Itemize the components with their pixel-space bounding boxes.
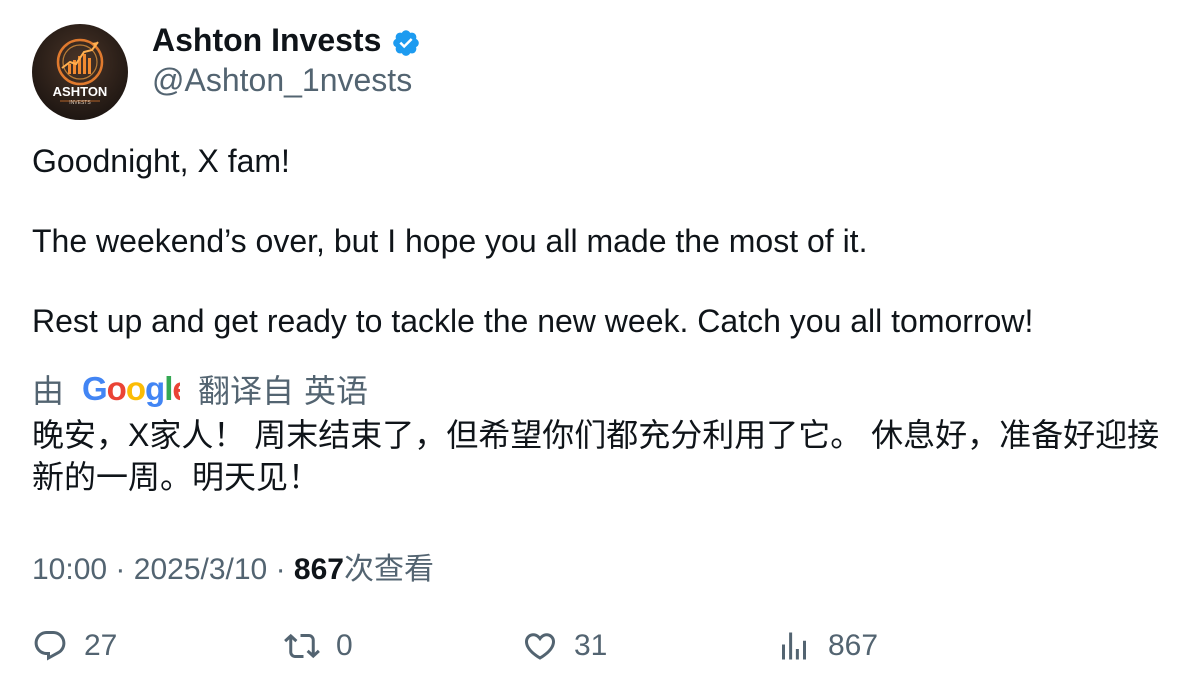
- reply-button[interactable]: 27: [32, 628, 117, 664]
- analytics-icon: [782, 632, 806, 660]
- author-handle[interactable]: @Ashton_1nvests: [152, 62, 412, 99]
- heart-icon: [524, 633, 556, 660]
- tweet-line: Goodnight, X fam!: [32, 143, 290, 179]
- tweet-text: Goodnight, X fam! The weekend’s over, bu…: [32, 141, 1172, 341]
- tweet-time[interactable]: 10:00: [32, 553, 107, 586]
- avatar-logo-title: ASHTON: [53, 84, 108, 99]
- reply-icon: [34, 631, 66, 661]
- verified-badge-icon[interactable]: [391, 28, 421, 58]
- views-label: 次查看: [343, 553, 434, 586]
- tweet-date[interactable]: 2025/3/10: [134, 553, 267, 586]
- repost-count: 0: [336, 629, 353, 662]
- repost-button[interactable]: 0: [284, 628, 353, 664]
- like-count: 31: [574, 629, 608, 662]
- action-bar: 27 0 31 867: [0, 628, 1196, 678]
- reply-count: 27: [84, 629, 118, 662]
- author-name-row: Ashton Invests: [152, 22, 421, 59]
- meta-separator: ·: [115, 553, 126, 586]
- svg-text:Google: Google: [82, 371, 180, 407]
- like-button[interactable]: 31: [522, 628, 607, 664]
- translation-prefix: 由: [32, 373, 65, 409]
- avatar-logo-subtitle: INVESTS: [69, 100, 91, 106]
- views-count: 867: [293, 553, 344, 586]
- tweet-line: The weekend’s over, but I hope you all m…: [32, 223, 868, 259]
- translated-line: 晚安，X家人！ 周末结束了，但希望你们都充分利用了它。 休息好，准备好迎接: [32, 417, 1160, 453]
- google-logo-icon[interactable]: Google: [82, 371, 180, 407]
- translation-label: 翻译自: [198, 373, 295, 409]
- tweet-meta: 10:00 · 2025/3/10 · 867次查看: [32, 544, 434, 588]
- translation-source-language: 英语: [304, 373, 369, 409]
- views-button[interactable]: 867: [776, 628, 878, 664]
- translated-line: 新的一周。明天见！: [32, 459, 321, 495]
- tweet-line: Rest up and get ready to tackle the new …: [32, 303, 1034, 339]
- display-name[interactable]: Ashton Invests: [152, 22, 381, 59]
- translation-attribution: 由 Google 翻译自 英语: [32, 366, 368, 412]
- tweet: ASHTON INVESTS Ashton Invests @Ashton_1n…: [0, 0, 1196, 698]
- avatar[interactable]: ASHTON INVESTS: [32, 24, 128, 120]
- ashton-invests-logo-icon: ASHTON INVESTS: [32, 24, 128, 120]
- meta-separator: ·: [275, 553, 286, 586]
- translated-text: 晚安，X家人！ 周末结束了，但希望你们都充分利用了它。 休息好，准备好迎接 新的…: [32, 414, 1172, 498]
- views-action-count: 867: [828, 629, 879, 662]
- repost-icon: [284, 633, 320, 659]
